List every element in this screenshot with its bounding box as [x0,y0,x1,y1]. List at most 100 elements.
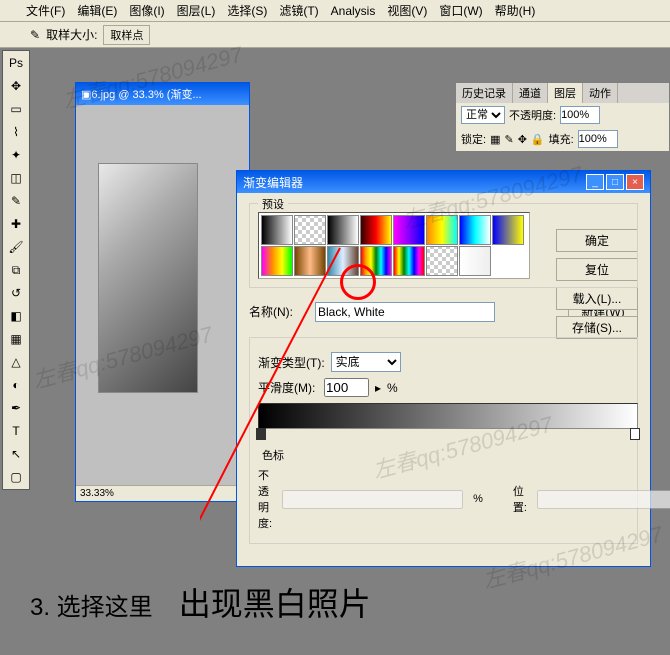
lock-all-icon[interactable]: 🔒 [531,133,545,146]
dialog-titlebar[interactable]: 渐变编辑器 _ □ × [237,171,650,193]
chevron-icon[interactable]: ▸ [375,381,381,395]
tool-ps-icon[interactable]: Ps [4,52,28,74]
swatch-chrome[interactable] [327,246,359,276]
eyedropper-icon: ✎ [30,28,40,42]
menu-window[interactable]: 窗口(W) [433,0,488,21]
tool-heal[interactable]: ✚ [4,213,28,235]
stop-position-label: 位置: [513,483,527,515]
opacity-label: 不透明度: [509,107,556,123]
step-text: 3. 选择这里 [30,594,153,621]
tab-layers[interactable]: 图层 [548,83,583,103]
save-button[interactable]: 存储(S)... [556,316,638,339]
swatch-violet-green[interactable] [261,246,293,276]
menu-file[interactable]: 文件(F) [20,0,71,21]
canvas-image [98,163,198,393]
swatch-light[interactable] [459,246,491,276]
sample-point-button[interactable]: 取样点 [103,25,150,45]
tab-actions[interactable]: 动作 [583,83,618,103]
tool-move[interactable]: ✥ [4,75,28,97]
gradient-name-input[interactable] [315,302,495,322]
tool-stamp[interactable]: ⧉ [4,259,28,281]
gradient-editor-dialog: 渐变编辑器 _ □ × 确定 复位 载入(L)... 存储(S)... 预设 [236,170,651,567]
tool-blur[interactable]: △ [4,351,28,373]
opacity-input[interactable] [560,106,600,124]
tool-gradient[interactable]: ▦ [4,328,28,350]
menu-analysis[interactable]: Analysis [325,2,382,20]
gradient-stop-left[interactable] [256,428,266,440]
stop-opacity-label: 不透明度: [258,467,272,531]
gradient-stop-right[interactable] [630,428,640,440]
tab-history[interactable]: 历史记录 [456,83,513,103]
swatch-foreground-background[interactable] [261,215,293,245]
stop-position-input[interactable] [537,490,670,509]
toolbox: Ps ✥ ▭ ⌇ ✦ ◫ ✎ ✚ 🖌 ⧉ ↺ ◧ ▦ △ ◐ ✒ T ↖ ▢ [2,50,30,490]
menu-help[interactable]: 帮助(H) [489,0,542,21]
fill-label: 填充: [549,131,574,147]
menu-filter[interactable]: 滤镜(T) [273,0,324,21]
document-titlebar[interactable]: ▣ 6.jpg @ 33.3% (渐变... [76,83,249,105]
percent-label-2: % [473,493,483,505]
panels: 历史记录 通道 图层 动作 正常 不透明度: 锁定: ▦ ✎ ✥ 🔒 填充: [455,82,670,152]
fill-input[interactable] [578,130,618,148]
swatch-transparent-rainbow[interactable] [393,246,425,276]
smoothness-input[interactable] [324,378,369,397]
menu-layer[interactable]: 图层(L) [171,0,222,21]
lock-paint-icon[interactable]: ✎ [504,133,513,146]
swatch-transparent-stripes[interactable] [426,246,458,276]
panel-tabs: 历史记录 通道 图层 动作 [456,83,669,103]
options-bar: ✎ 取样大小: 取样点 [0,22,670,48]
menu-view[interactable]: 视图(V) [381,0,433,21]
stop-opacity-input[interactable] [282,490,463,509]
menu-select[interactable]: 选择(S) [221,0,273,21]
tool-eraser[interactable]: ◧ [4,305,28,327]
swatch-blue-red-yellow[interactable] [426,215,458,245]
lock-move-icon[interactable]: ✥ [518,133,527,146]
tool-eyedropper[interactable]: ✎ [4,190,28,212]
stops-label: 色标 [258,447,288,463]
lock-trans-icon[interactable]: ▦ [490,133,500,146]
swatch-copper[interactable] [294,246,326,276]
gradient-type-label: 渐变类型(T): [258,354,325,371]
menu-edit[interactable]: 编辑(E) [71,0,123,21]
caption: 3. 选择这里 出现黑白照片 [30,579,371,625]
preset-swatches [258,212,530,279]
dialog-title: 渐变编辑器 [243,174,303,191]
name-label: 名称(N): [249,303,309,320]
tool-brush[interactable]: 🖌 [4,236,28,258]
document-statusbar: 33.33% [76,485,249,501]
tool-history[interactable]: ↺ [4,282,28,304]
swatch-violet-orange[interactable] [393,215,425,245]
tool-pen[interactable]: ✒ [4,397,28,419]
swatch-orange-yellow[interactable] [492,215,524,245]
tool-wand[interactable]: ✦ [4,144,28,166]
document-canvas[interactable] [76,105,249,485]
lock-label: 锁定: [461,131,486,147]
swatch-blue-yellow-blue[interactable] [459,215,491,245]
gradient-type-select[interactable]: 实底 [331,352,401,372]
maximize-button[interactable]: □ [606,174,624,190]
close-button[interactable]: × [626,174,644,190]
tool-path[interactable]: ↖ [4,443,28,465]
tool-type[interactable]: T [4,420,28,442]
menu-image[interactable]: 图像(I) [123,0,170,21]
document-title: 6.jpg @ 33.3% (渐变... [91,86,201,102]
swatch-black-white[interactable] [327,215,359,245]
tool-lasso[interactable]: ⌇ [4,121,28,143]
tab-channels[interactable]: 通道 [513,83,548,103]
tool-crop[interactable]: ◫ [4,167,28,189]
swatch-spectrum[interactable] [360,246,392,276]
load-button[interactable]: 载入(L)... [556,287,638,310]
smoothness-label: 平滑度(M): [258,379,318,396]
presets-label: 预设 [258,196,288,212]
blend-mode-select[interactable]: 正常 [461,106,505,124]
document-window: ▣ 6.jpg @ 33.3% (渐变... 33.33% [75,82,250,502]
minimize-button[interactable]: _ [586,174,604,190]
swatch-foreground-transparent[interactable] [294,215,326,245]
zoom-level[interactable]: 33.33% [80,488,114,499]
tool-shape[interactable]: ▢ [4,466,28,488]
menu-bar: 文件(F) 编辑(E) 图像(I) 图层(L) 选择(S) 滤镜(T) Anal… [0,0,670,22]
swatch-red-green[interactable] [360,215,392,245]
tool-dodge[interactable]: ◐ [4,374,28,396]
gradient-preview-bar[interactable] [258,403,638,429]
tool-marquee[interactable]: ▭ [4,98,28,120]
